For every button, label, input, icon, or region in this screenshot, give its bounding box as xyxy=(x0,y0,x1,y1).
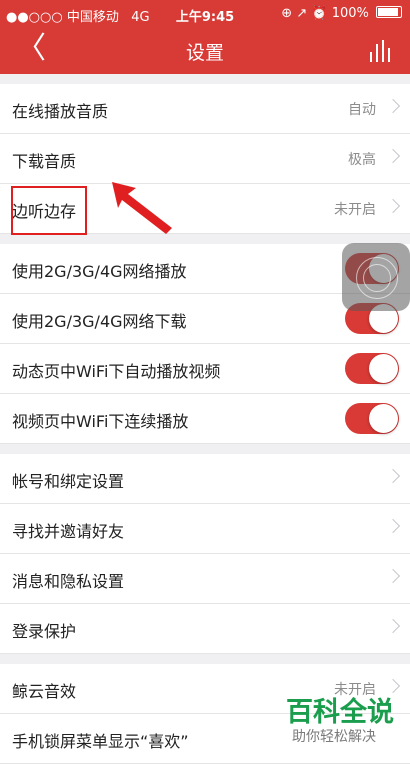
nav-bar: 〈 设置 xyxy=(0,26,410,74)
row-invite-friends[interactable]: 寻找并邀请好友 xyxy=(0,504,410,554)
section-account: 帐号和绑定设置 寻找并邀请好友 消息和隐私设置 登录保护 xyxy=(0,454,410,654)
chevron-right-icon xyxy=(385,98,401,114)
row-label: 手机锁屏菜单显示“喜欢” xyxy=(12,732,189,751)
status-right: ⊕ ↗ ⏰ 100% xyxy=(281,6,402,21)
row-account-binding[interactable]: 帐号和绑定设置 xyxy=(0,454,410,504)
row-login-protection[interactable]: 登录保护 xyxy=(0,604,410,654)
status-bar: ●●○○○ 中国移动 4G 上午9:45 ⊕ ↗ ⏰ 100% xyxy=(0,0,410,26)
row-label: 消息和隐私设置 xyxy=(12,572,125,591)
highlight-box xyxy=(11,186,87,235)
chevron-right-icon xyxy=(385,148,401,164)
row-feed-autoplay: 动态页中WiFi下自动播放视频 xyxy=(0,344,410,394)
battery-icon xyxy=(376,6,402,18)
toggle-switch[interactable] xyxy=(345,403,399,434)
chevron-right-icon xyxy=(385,618,401,634)
row-label: 登录保护 xyxy=(12,622,77,641)
row-label: 动态页中WiFi下自动播放视频 xyxy=(12,362,221,381)
watermark: 百科全说 助你轻松解决 xyxy=(280,688,410,753)
row-label: 鲸云音效 xyxy=(12,682,77,701)
row-online-quality[interactable]: 在线播放音质 自动 xyxy=(0,84,410,134)
row-label: 视频页中WiFi下连续播放 xyxy=(12,412,189,431)
row-privacy[interactable]: 消息和隐私设置 xyxy=(0,554,410,604)
row-label: 使用2G/3G/4G网络下载 xyxy=(12,312,187,331)
assistive-touch-button[interactable] xyxy=(342,243,410,311)
chevron-right-icon xyxy=(385,198,401,214)
header: ●●○○○ 中国移动 4G 上午9:45 ⊕ ↗ ⏰ 100% 〈 设置 xyxy=(0,0,410,74)
toggle-switch[interactable] xyxy=(345,353,399,384)
status-icons: ⊕ ↗ ⏰ xyxy=(281,6,328,21)
chevron-right-icon xyxy=(385,518,401,534)
row-value: 自动 xyxy=(348,102,376,118)
chevron-right-icon xyxy=(385,568,401,584)
settings-list: 在线播放音质 自动 下载音质 极高 边听边存 未开启 使用2G/3G/4G网络播… xyxy=(0,74,410,764)
row-label: 使用2G/3G/4G网络播放 xyxy=(12,262,187,281)
row-value: 未开启 xyxy=(334,202,376,218)
watermark-subtitle: 助你轻松解决 xyxy=(292,729,376,745)
row-value: 极高 xyxy=(348,152,376,168)
chevron-right-icon xyxy=(385,468,401,484)
row-download-quality[interactable]: 下载音质 极高 xyxy=(0,134,410,184)
watermark-title: 百科全说 xyxy=(286,697,394,728)
equalizer-icon[interactable] xyxy=(370,40,394,62)
row-video-continuous: 视频页中WiFi下连续播放 xyxy=(0,394,410,444)
row-label: 帐号和绑定设置 xyxy=(12,472,125,491)
row-label: 在线播放音质 xyxy=(12,102,109,121)
row-label: 下载音质 xyxy=(12,152,77,171)
annotation-arrow-icon xyxy=(112,182,172,234)
battery-percent: 100% xyxy=(331,6,369,21)
row-label: 寻找并邀请好友 xyxy=(12,522,125,541)
page-title: 设置 xyxy=(185,42,224,64)
